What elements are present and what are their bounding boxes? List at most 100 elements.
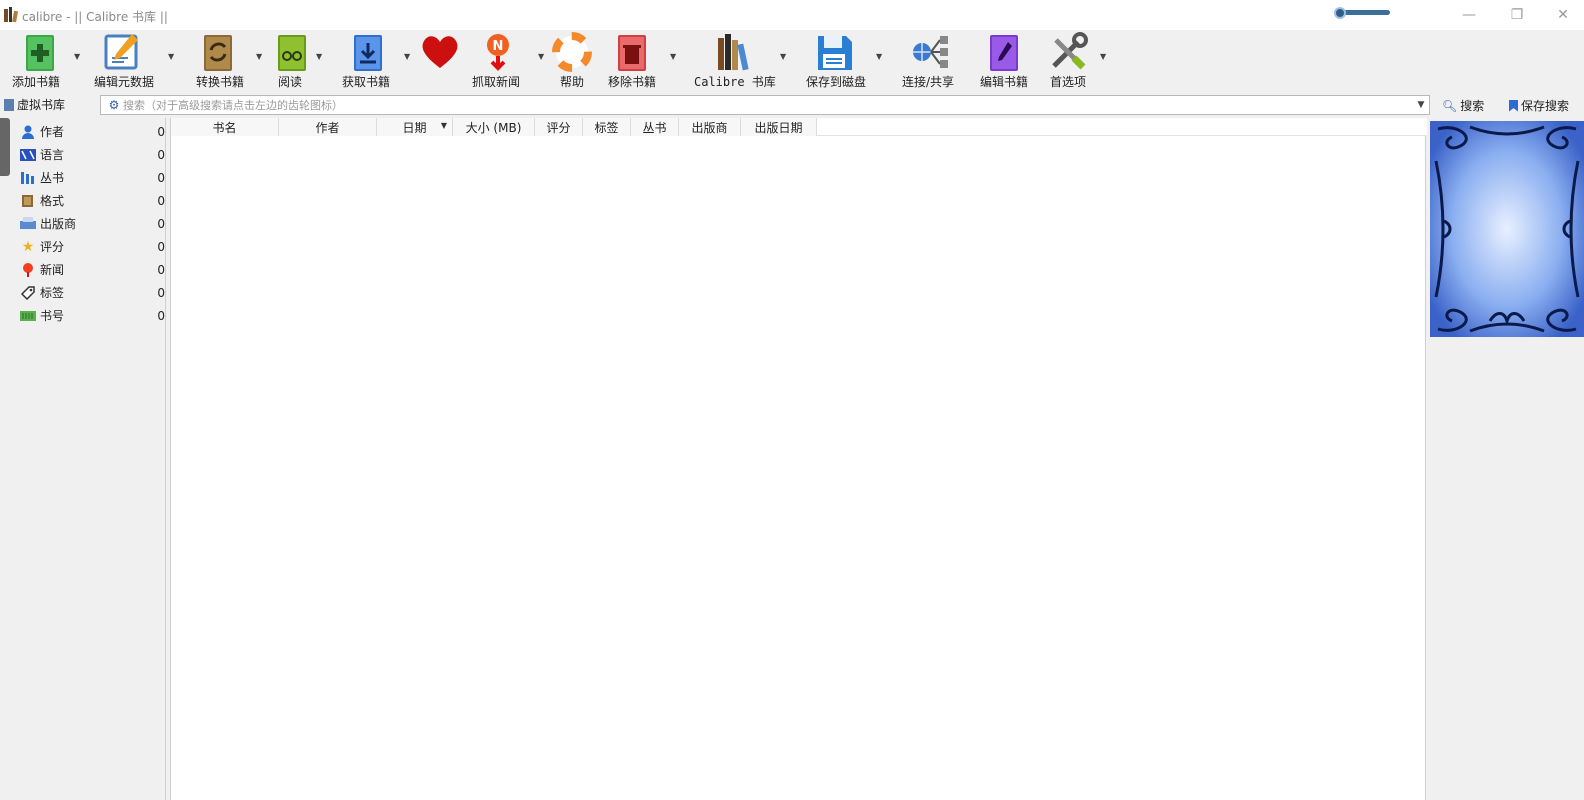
tag-category-series[interactable]: 丛书 0: [20, 166, 165, 189]
default-cover-image: [1430, 121, 1584, 337]
view-book-button[interactable]: 阅读 ▼: [274, 30, 330, 92]
column-header-date[interactable]: 日期 ▼: [377, 118, 453, 136]
remove-books-button[interactable]: 移除书籍 ▼: [608, 30, 684, 92]
edit-metadata-label: 编辑元数据: [94, 75, 155, 89]
book-details-panel: [1428, 118, 1584, 800]
title-bar: calibre - || Calibre 书库 || — ❐ ✕: [0, 0, 1584, 30]
publisher-icon: [20, 216, 36, 232]
search-input[interactable]: [123, 97, 1413, 113]
tag-browser-toggle-handle[interactable]: [0, 118, 10, 176]
choose-library-label: Calibre 书库: [694, 75, 776, 89]
virtual-library-button[interactable]: 虚拟书库: [4, 96, 65, 113]
add-book-icon: [26, 35, 54, 71]
save-to-disk-button[interactable]: 保存到磁盘 ▼: [804, 30, 890, 92]
save-disk-icon: [818, 36, 852, 70]
tag-category-rating[interactable]: ★ 评分 0: [20, 235, 165, 258]
search-box[interactable]: ⚙ ▼: [100, 95, 1430, 115]
svg-text:N: N: [493, 39, 504, 54]
identifier-icon: [20, 308, 36, 324]
preferences-button[interactable]: 首选项 ▼: [1046, 30, 1116, 92]
calibre-app-icon: [4, 7, 18, 23]
column-header-author[interactable]: 作者: [279, 118, 377, 136]
fetch-news-menu-arrow[interactable]: ▼: [538, 52, 544, 61]
convert-books-button[interactable]: 转换书籍 ▼: [194, 30, 270, 92]
tag-category-languages[interactable]: 语言 0: [20, 143, 165, 166]
tag-category-label: 标签: [40, 286, 65, 300]
window-title: calibre - || Calibre 书库 ||: [22, 10, 168, 24]
column-header-series[interactable]: 丛书: [631, 118, 679, 136]
edit-metadata-button[interactable]: 编辑元数据 ▼: [92, 30, 180, 92]
remove-books-menu-arrow[interactable]: ▼: [670, 52, 676, 61]
tag-category-count: 0: [157, 124, 165, 139]
save-to-disk-menu-arrow[interactable]: ▼: [876, 52, 882, 61]
advanced-search-gear-icon[interactable]: ⚙: [105, 98, 123, 112]
tag-category-label: 书号: [40, 309, 65, 323]
column-header-pubdate[interactable]: 出版日期: [741, 118, 817, 136]
add-books-menu-arrow[interactable]: ▼: [74, 52, 80, 61]
choose-library-button[interactable]: Calibre 书库 ▼: [694, 30, 794, 92]
fetch-news-button[interactable]: N 抓取新闻 ▼: [472, 30, 552, 92]
tag-category-formats[interactable]: 格式 0: [20, 189, 165, 212]
column-header-rating[interactable]: 评分: [535, 118, 583, 136]
slider-knob[interactable]: [1334, 7, 1346, 19]
convert-book-icon: [204, 35, 232, 71]
book-list[interactable]: 书名 作者 日期 ▼ 大小 (MB) 评分 标签 丛书 出版商 出版日期: [170, 118, 1427, 800]
choose-library-menu-arrow[interactable]: ▼: [780, 52, 786, 61]
library-books-icon: [718, 34, 749, 71]
tag-category-publishers[interactable]: 出版商 0: [20, 212, 165, 235]
tag-category-label: 语言: [40, 148, 65, 162]
donate-button[interactable]: [420, 30, 464, 92]
author-icon: [20, 124, 36, 140]
remove-books-label: 移除书籍: [608, 75, 657, 89]
preferences-tools-icon: [1052, 32, 1088, 70]
search-button[interactable]: 🔍︎ 搜索: [1442, 97, 1484, 114]
get-books-button[interactable]: 获取书籍 ▼: [340, 30, 416, 92]
connect-share-button[interactable]: 连接/共享: [900, 30, 964, 92]
maximize-button[interactable]: ❐: [1494, 0, 1540, 30]
column-header-title[interactable]: 书名: [171, 118, 279, 136]
tag-category-count: 0: [157, 239, 165, 254]
save-search-button[interactable]: 保存搜索: [1509, 97, 1569, 114]
language-icon: [20, 147, 36, 163]
edit-book-button[interactable]: 编辑书籍: [978, 30, 1034, 92]
edit-book-icon: [990, 35, 1018, 71]
convert-books-menu-arrow[interactable]: ▼: [256, 52, 262, 61]
tag-category-label: 评分: [40, 240, 65, 254]
get-books-menu-arrow[interactable]: ▼: [404, 52, 410, 61]
convert-books-label: 转换书籍: [196, 75, 245, 89]
column-header-size[interactable]: 大小 (MB): [453, 118, 535, 136]
tag-category-label: 出版商: [40, 217, 77, 231]
fetch-news-icon: N: [487, 34, 509, 71]
tag-category-tags[interactable]: 标签 0: [20, 281, 165, 304]
minimize-button[interactable]: —: [1446, 0, 1492, 30]
fetch-news-label: 抓取新闻: [472, 75, 521, 89]
connect-share-icon: [913, 36, 948, 68]
tag-browser: 作者 0 语言 0 丛书 0 格式 0 出版商 0 ★ 评分 0 新闻 0 标签…: [0, 118, 166, 800]
virtual-library-icon: [4, 98, 14, 111]
search-bar-row: 虚拟书库 ⚙ ▼ 🔍︎ 搜索 保存搜索: [0, 92, 1584, 118]
view-book-menu-arrow[interactable]: ▼: [316, 52, 322, 61]
series-icon: [20, 170, 36, 186]
preferences-menu-arrow[interactable]: ▼: [1100, 52, 1106, 61]
help-button[interactable]: 帮助: [552, 30, 596, 92]
column-header-publisher[interactable]: 出版商: [679, 118, 741, 136]
opacity-slider[interactable]: [1334, 7, 1390, 19]
tag-category-authors[interactable]: 作者 0: [20, 120, 165, 143]
column-header-tags[interactable]: 标签: [583, 118, 631, 136]
tag-category-count: 0: [157, 308, 165, 323]
search-history-dropdown-icon[interactable]: ▼: [1413, 100, 1429, 110]
get-books-label: 获取书籍: [342, 75, 391, 89]
rating-star-icon: ★: [21, 238, 35, 255]
virtual-library-label: 虚拟书库: [17, 98, 66, 112]
tag-category-identifiers[interactable]: 书号 0: [20, 304, 165, 327]
main-toolbar: 添加书籍 ▼ 编辑元数据 ▼ 转换书籍 ▼ 阅读 ▼ 获取书籍 ▼ N 抓取新闻…: [0, 30, 1584, 92]
edit-metadata-menu-arrow[interactable]: ▼: [168, 52, 174, 61]
tag-category-news[interactable]: 新闻 0: [20, 258, 165, 281]
news-icon: [20, 262, 36, 278]
tag-category-count: 0: [157, 262, 165, 277]
close-button[interactable]: ✕: [1540, 0, 1584, 30]
add-books-button[interactable]: 添加书籍 ▼: [8, 30, 88, 92]
preferences-label: 首选项: [1050, 75, 1087, 89]
sort-descending-icon: ▼: [440, 121, 447, 130]
save-search-label: 保存搜索: [1521, 99, 1570, 113]
